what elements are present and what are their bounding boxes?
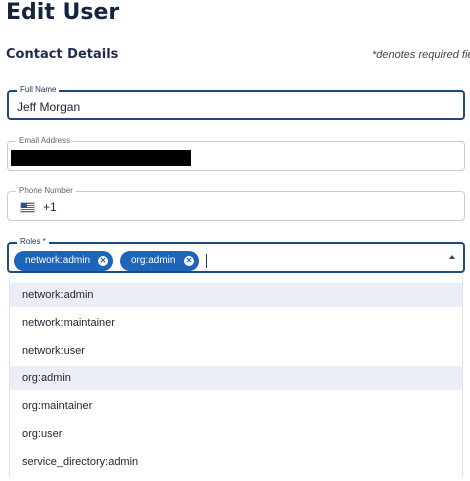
phone-country-code: +1 [43, 200, 57, 214]
close-circle-icon[interactable]: ✕ [184, 256, 194, 266]
full-name-field[interactable]: Full Name Jeff Morgan [7, 84, 465, 120]
role-chip-org-admin[interactable]: org:admin ✕ [120, 251, 199, 271]
us-flag-icon[interactable] [20, 202, 35, 213]
option-label: network:user [22, 345, 85, 357]
flag-canton [21, 203, 27, 208]
option-label: org:maintainer [22, 400, 93, 412]
page-title: Edit User [6, 0, 120, 25]
role-chip-label: org:admin [131, 255, 176, 266]
option-network-maintainer[interactable]: network:maintainer [10, 311, 462, 335]
roles-dropdown-list: network:admin network:maintainer network… [9, 277, 463, 477]
phone-field[interactable]: Phone Number +1 [7, 185, 465, 221]
email-redacted-value[interactable] [11, 150, 191, 166]
option-label: org:admin [22, 372, 71, 384]
option-label: service_directory:admin [22, 456, 139, 468]
chevron-up-icon[interactable] [449, 255, 455, 259]
phone-label: Phone Number [16, 185, 76, 197]
roles-field[interactable]: Roles * network:admin ✕ org:admin ✕ [7, 236, 465, 273]
option-label: network:admin [22, 289, 94, 301]
option-org-admin[interactable]: org:admin [10, 366, 462, 390]
full-name-label: Full Name [17, 84, 60, 96]
option-org-maintainer[interactable]: org:maintainer [10, 394, 462, 418]
option-label: network:maintainer [22, 317, 115, 329]
section-title: Contact Details [6, 47, 119, 62]
close-circle-icon[interactable]: ✕ [98, 256, 108, 266]
role-chip-label: network:admin [25, 255, 91, 266]
full-name-value[interactable]: Jeff Morgan [17, 100, 80, 114]
text-cursor [206, 254, 207, 268]
email-label: Email Address [16, 135, 74, 147]
required-fields-note: *denotes required fie [372, 49, 470, 61]
option-org-user[interactable]: org:user [10, 422, 462, 446]
email-field[interactable]: Email Address [7, 135, 465, 171]
option-network-user[interactable]: network:user [10, 339, 462, 363]
option-service-directory-admin[interactable]: service_directory:admin [10, 450, 462, 474]
option-label: org:user [22, 428, 63, 440]
roles-label: Roles * [17, 236, 49, 248]
option-network-admin[interactable]: network:admin [10, 283, 462, 307]
role-chip-network-admin[interactable]: network:admin ✕ [14, 251, 113, 271]
